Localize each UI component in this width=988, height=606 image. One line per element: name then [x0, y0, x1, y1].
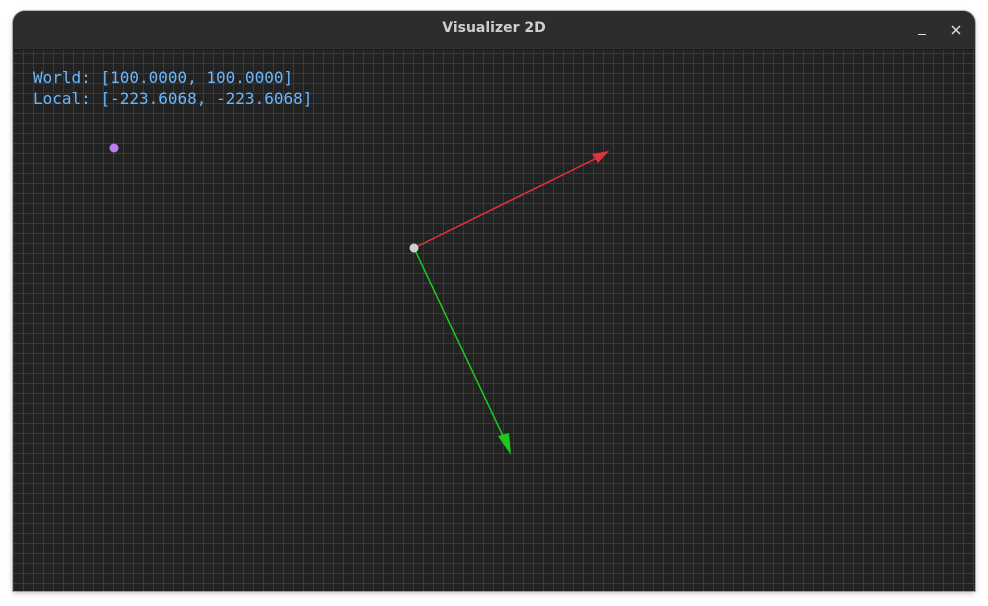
world-value: [100.0000, 100.0000] — [100, 68, 294, 87]
window-title: Visualizer 2D — [442, 20, 546, 36]
x-axis-arrow — [413, 151, 609, 249]
local-value: [-223.6068, -223.6068] — [100, 89, 313, 108]
minimize-icon — [918, 33, 926, 36]
minimize-button[interactable] — [910, 18, 934, 42]
close-icon — [951, 25, 961, 35]
local-label: Local: — [33, 89, 91, 108]
world-point[interactable] — [109, 143, 119, 153]
y-axis-arrow — [413, 247, 511, 455]
world-label: World: — [33, 68, 91, 87]
visualizer-canvas[interactable]: World: [100.0000, 100.0000] Local: [-223… — [13, 50, 975, 591]
app-window: Visualizer 2D World: [100.0000, 100.0000… — [13, 11, 975, 591]
origin-point[interactable] — [409, 243, 419, 253]
close-button[interactable] — [944, 18, 968, 42]
title-bar[interactable]: Visualizer 2D — [13, 11, 975, 50]
local-coordinates-readout: Local: [-223.6068, -223.6068] — [33, 88, 312, 110]
scene-overlay — [109, 143, 609, 455]
world-coordinates-readout: World: [100.0000, 100.0000] — [33, 67, 293, 89]
